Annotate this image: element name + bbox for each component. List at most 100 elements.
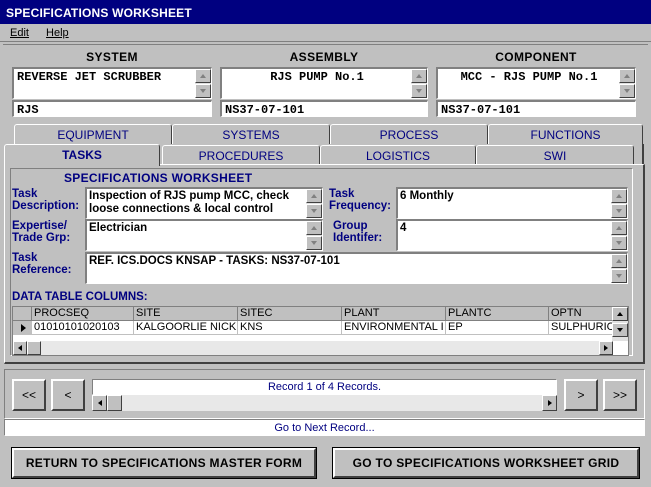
column-header[interactable]: SITE [134, 307, 238, 321]
assembly-name-value: RJS PUMP No.1 [270, 70, 364, 84]
scroll-down-icon[interactable] [195, 84, 211, 98]
component-name-field[interactable]: MCC - RJS PUMP No.1 [436, 67, 636, 99]
column-header[interactable]: OPTN [549, 307, 613, 321]
tab-equipment[interactable]: EQUIPMENT [14, 124, 172, 144]
task-reference-field[interactable]: REF. ICS.DOCS KNSAP - TASKS: NS37-07-101 [85, 252, 628, 284]
menu-help[interactable]: Help [46, 24, 69, 39]
scroll-down-icon[interactable] [611, 236, 627, 250]
assembly-code-field[interactable]: NS37-07-101 [220, 100, 428, 117]
table-vscrollbar[interactable] [612, 307, 628, 341]
record-hscroll[interactable] [92, 395, 557, 411]
table-cell[interactable]: SULPHURIC [549, 321, 613, 335]
window-title: SPECIFICATIONS WORKSHEET [0, 0, 651, 24]
scroll-down-icon[interactable] [619, 84, 635, 98]
expertise-value: Electrician [89, 222, 148, 234]
task-description-label: Task Description: [12, 188, 80, 212]
group-scrollbar[interactable] [611, 221, 627, 250]
go-to-worksheet-grid-button[interactable]: GO TO SPECIFICATIONS WORKSHEET GRID [332, 447, 640, 479]
scroll-up-icon[interactable] [612, 307, 628, 321]
worksheet-heading: SPECIFICATIONS WORKSHEET [64, 171, 253, 185]
scroll-thumb[interactable] [107, 395, 122, 411]
scroll-thumb[interactable] [27, 341, 41, 355]
table-cell[interactable]: EP [446, 321, 549, 335]
component-name-scrollbar[interactable] [619, 69, 635, 98]
menu-bar: Edit Help [0, 24, 651, 42]
system-code-value: RJS [17, 103, 39, 117]
task-frequency-field[interactable]: 6 Monthly [396, 187, 628, 219]
scroll-down-icon[interactable] [611, 204, 627, 218]
scroll-up-icon[interactable] [611, 254, 627, 268]
scroll-up-icon[interactable] [411, 69, 427, 83]
last-record-button[interactable]: >> [603, 379, 637, 411]
table-cell[interactable]: 01010101020103 [32, 321, 134, 335]
tab-procedures[interactable]: PROCEDURES [162, 145, 320, 165]
column-header[interactable]: SITEC [238, 307, 342, 321]
scroll-down-icon[interactable] [611, 269, 627, 283]
scroll-right-icon[interactable] [599, 341, 613, 355]
system-name-scrollbar[interactable] [195, 69, 211, 98]
component-name-value: MCC - RJS PUMP No.1 [460, 70, 598, 84]
assembly-header: ASSEMBLY [289, 50, 359, 64]
task-frequency-scrollbar[interactable] [611, 189, 627, 218]
table-cell[interactable]: KNS [238, 321, 342, 335]
assembly-name-field[interactable]: RJS PUMP No.1 [220, 67, 428, 99]
scroll-down-icon[interactable] [612, 323, 628, 337]
task-frequency-label: Task Frequency: [329, 188, 391, 212]
scroll-down-icon[interactable] [306, 204, 322, 218]
expertise-label: Expertise/ Trade Grp: [12, 220, 71, 244]
data-table-label: DATA TABLE COLUMNS: [12, 291, 148, 303]
scroll-up-icon[interactable] [611, 221, 627, 235]
scroll-down-icon[interactable] [306, 236, 322, 250]
scroll-right-icon[interactable] [542, 395, 557, 411]
task-description-field[interactable]: Inspection of RJS pump MCC, check loose … [85, 187, 323, 219]
scroll-up-icon[interactable] [195, 69, 211, 83]
column-header[interactable]: PLANT [342, 307, 446, 321]
task-reference-label: Task Reference: [12, 252, 72, 276]
group-label: Group Identifer: [333, 220, 383, 244]
task-reference-scrollbar[interactable] [611, 254, 627, 283]
row-header-corner [13, 307, 32, 321]
tab-functions[interactable]: FUNCTIONS [488, 124, 643, 144]
scroll-up-icon[interactable] [306, 221, 322, 235]
scroll-up-icon[interactable] [611, 189, 627, 203]
next-record-button[interactable]: > [564, 379, 598, 411]
scroll-left-icon[interactable] [92, 395, 107, 411]
tab-logistics[interactable]: LOGISTICS [320, 145, 476, 165]
table-cell[interactable]: KALGOORLIE NICKI [134, 321, 238, 335]
expertise-scrollbar[interactable] [306, 221, 322, 250]
expertise-field[interactable]: Electrician [85, 219, 323, 251]
return-to-master-form-button[interactable]: RETURN TO SPECIFICATIONS MASTER FORM [11, 447, 317, 479]
task-description-value: Inspection of RJS pump MCC, check loose … [89, 190, 289, 215]
tab-tasks[interactable]: TASKS [4, 144, 160, 166]
menu-edit[interactable]: Edit [10, 24, 29, 39]
first-record-button[interactable]: << [12, 379, 46, 411]
assembly-name-scrollbar[interactable] [411, 69, 427, 98]
system-name-value: REVERSE JET SCRUBBER [17, 70, 162, 84]
component-code-field[interactable]: NS37-07-101 [436, 100, 636, 117]
scroll-up-icon[interactable] [619, 69, 635, 83]
tab-systems[interactable]: SYSTEMS [172, 124, 330, 144]
column-header[interactable]: PROCSEQ [32, 307, 134, 321]
scroll-left-icon[interactable] [13, 341, 27, 355]
row-selector-icon[interactable] [13, 321, 32, 335]
task-description-scrollbar[interactable] [306, 189, 322, 218]
task-frequency-value: 6 Monthly [400, 190, 454, 202]
table-hscrollbar[interactable] [13, 341, 613, 355]
tab-swi[interactable]: SWI [476, 145, 634, 165]
record-scrollbar[interactable]: Record 1 of 4 Records. [92, 379, 557, 411]
table-cell[interactable]: ENVIRONMENTAL I [342, 321, 446, 335]
scroll-down-icon[interactable] [411, 84, 427, 98]
previous-record-button[interactable]: < [51, 379, 85, 411]
group-value: 4 [400, 222, 407, 234]
component-code-value: NS37-07-101 [441, 103, 521, 117]
record-status-text: Record 1 of 4 Records. [92, 379, 557, 395]
data-table[interactable]: PROCSEQ SITE SITEC PLANT PLANTC OPTN 010… [12, 306, 629, 356]
tab-process[interactable]: PROCESS [330, 124, 488, 144]
group-field[interactable]: 4 [396, 219, 628, 251]
assembly-code-value: NS37-07-101 [225, 103, 305, 117]
status-bar: Go to Next Record... [4, 419, 645, 436]
scroll-up-icon[interactable] [306, 189, 322, 203]
column-header[interactable]: PLANTC [446, 307, 549, 321]
system-code-field[interactable]: RJS [12, 100, 212, 117]
system-name-field[interactable]: REVERSE JET SCRUBBER [12, 67, 212, 99]
